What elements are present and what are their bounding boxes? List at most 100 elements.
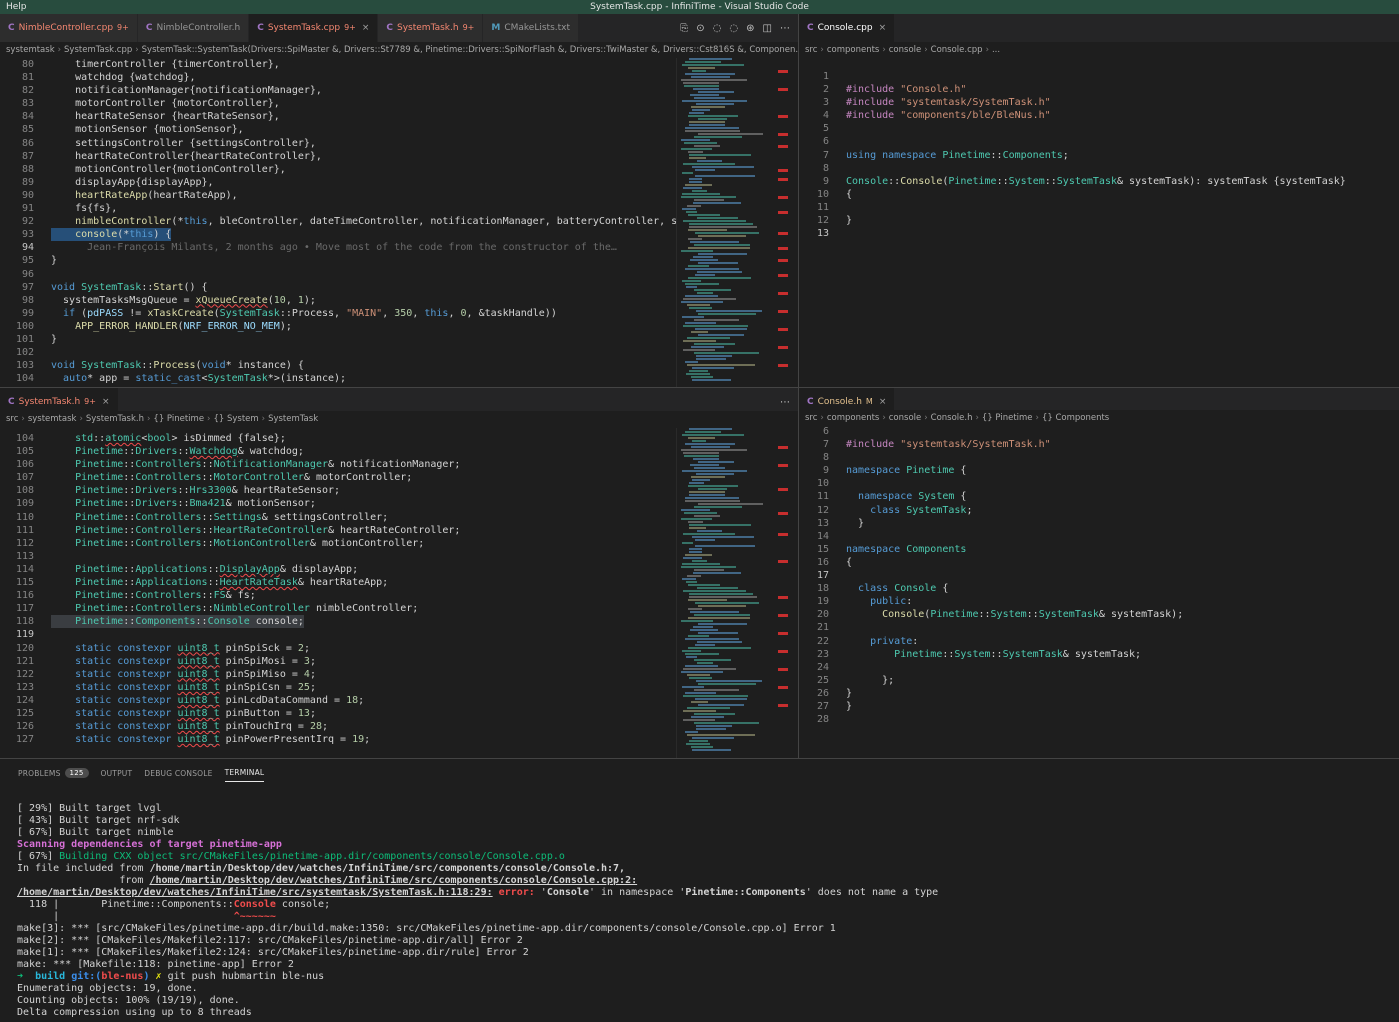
breadcrumb-item[interactable]: systemtask	[6, 45, 55, 55]
tab-systemtask-h[interactable]: C SystemTask.h 9+	[378, 14, 484, 42]
next-change-icon[interactable]: ◌	[729, 23, 738, 34]
code-text: }	[846, 687, 853, 699]
minimap-line	[692, 479, 710, 481]
breadcrumb-item[interactable]: Console.cpp	[931, 45, 983, 55]
minimap-line	[688, 599, 727, 601]
tab-nimblecontroller-h[interactable]: C NimbleController.h	[137, 14, 250, 42]
panel-tab-problems[interactable]: PROBLEMS 125	[18, 768, 89, 782]
minimap-line	[698, 253, 747, 255]
code-line: 85 motionSensor {motionSensor},	[0, 123, 676, 136]
breadcrumb-item[interactable]: {} Components	[1042, 413, 1109, 423]
breadcrumb-item[interactable]: console	[889, 413, 921, 423]
minimap-line	[689, 58, 732, 60]
line-number: 8	[822, 162, 829, 174]
split-editor-icon[interactable]: ◫	[763, 23, 772, 34]
editor-split-horizontal[interactable]	[0, 387, 1399, 388]
minimap-line	[682, 563, 720, 565]
git-compare-icon[interactable]: ⊙	[696, 23, 704, 34]
terminal-output[interactable]: [ 29%] Built target lvgl[ 43%] Built tar…	[17, 803, 938, 1019]
code-line: 9 namespace Pinetime {	[799, 464, 1399, 477]
code-line: 15 namespace Components	[799, 543, 1399, 556]
code-line: 87 heartRateController{heartRateControll…	[0, 150, 676, 163]
tab-cmakelists-txt[interactable]: M CMakeLists.txt	[483, 14, 580, 42]
previous-change-icon[interactable]: ◌	[713, 23, 722, 34]
code-line: 95}	[0, 254, 676, 267]
breadcrumb-item[interactable]: components	[827, 413, 880, 423]
code-line: 93 console(*this) {	[0, 228, 676, 242]
minimap-line	[683, 668, 736, 670]
line-number: 1	[822, 71, 829, 82]
breadcrumb-item[interactable]: src	[6, 414, 18, 424]
more-actions-icon[interactable]: ⋯	[780, 23, 790, 34]
minimap-line	[698, 91, 734, 93]
panel-tab-terminal[interactable]: TERMINAL	[224, 768, 265, 782]
minimap-line	[689, 307, 712, 309]
code-editor[interactable]: 6 7 #include "systemtask/SystemTask.h" 8 9 na…	[799, 425, 1399, 758]
breadcrumb-item[interactable]: components	[827, 45, 880, 55]
minimap-line	[695, 175, 755, 177]
minimap-line	[685, 731, 698, 733]
breadcrumb-item[interactable]: src	[805, 413, 817, 423]
tab-systemtask-cpp[interactable]: C SystemTask.cpp 9+ ×	[249, 14, 379, 42]
breadcrumb-item[interactable]: systemtask	[28, 414, 77, 424]
minimap-line	[683, 298, 736, 300]
minimap-line	[681, 79, 747, 81]
minimap-line	[694, 467, 725, 469]
code-editor[interactable]: 104 std::atomic<bool> isDimmed {false}; 1…	[0, 432, 676, 758]
code-text: APP_ERROR_HANDLER(NRF_ERROR_NO_MEM);	[75, 320, 292, 332]
code-editor[interactable]: 80 timerController {timerController}, 81 …	[0, 58, 676, 387]
open-changes-icon[interactable]: ⎘	[680, 23, 688, 34]
panel-tab-debug-console[interactable]: DEBUG CONSOLE	[144, 769, 212, 782]
line-number: 14	[816, 530, 829, 542]
breadcrumb-item[interactable]: SystemTask::SystemTask(Drivers::SpiMaste…	[142, 45, 798, 55]
minimap-line	[688, 247, 750, 249]
minimap-line	[682, 316, 704, 318]
tab-nimblecontroller-cpp[interactable]: C NimbleController.cpp 9+	[0, 14, 138, 42]
minimap-line	[685, 184, 712, 186]
breadcrumb-item[interactable]: Console.h	[931, 413, 973, 423]
breadcrumb-item[interactable]: console	[889, 45, 921, 55]
tab-console-cpp[interactable]: C Console.cpp ×	[799, 14, 896, 42]
minimap-line	[695, 328, 747, 330]
c-file-icon: C	[257, 23, 264, 33]
toggle-blame-icon[interactable]: ⊛	[746, 23, 754, 34]
editor-split-vertical[interactable]	[798, 14, 799, 758]
chevron-right-icon: ›	[882, 45, 886, 55]
breadcrumb-item[interactable]: SystemTask.cpp	[64, 45, 132, 55]
terminal-line: In file included from /home/martin/Deskt…	[17, 863, 626, 874]
breadcrumb-item[interactable]: SystemTask.h	[86, 414, 144, 424]
code-text: static constexpr uint8_t pinButton = 13;	[75, 707, 316, 719]
code-line: 123 static constexpr uint8_t pinSpiCsn =…	[0, 681, 676, 694]
code-editor[interactable]: 1 2 #include "Console.h" 3 #include "systemt…	[799, 70, 1399, 387]
minimap[interactable]	[676, 428, 788, 758]
code-text: motionSensor {motionSensor},	[51, 124, 244, 136]
error-marker	[778, 115, 788, 118]
minimap-line	[688, 67, 715, 69]
breadcrumb-item[interactable]: {} Pinetime	[153, 414, 204, 424]
error-marker	[778, 560, 788, 563]
breadcrumb-item[interactable]: SystemTask	[268, 414, 318, 424]
code-text: Pinetime::Applications::DisplayApp& disp…	[75, 563, 359, 575]
error-marker	[778, 310, 788, 313]
close-icon[interactable]: ×	[362, 14, 370, 42]
minimap-line	[681, 148, 712, 150]
breadcrumb-item[interactable]: {} Pinetime	[982, 413, 1033, 423]
minimap-line	[698, 704, 744, 706]
minimap[interactable]	[676, 58, 788, 387]
line-number: 10	[816, 478, 829, 490]
minimap-line	[683, 340, 716, 342]
error-marker	[778, 346, 788, 349]
code-text: Pinetime::Controllers::FS& fs;	[75, 590, 256, 602]
breadcrumb-item[interactable]: src	[805, 45, 817, 55]
editor-group-systemtask-h: C SystemTask.h 9+ × ⋯ src › systemtask › System…	[0, 388, 798, 758]
close-icon[interactable]: ×	[879, 14, 887, 42]
code-line: 126 static constexpr uint8_t pinTouchIrq…	[0, 720, 676, 733]
panel-tab-output[interactable]: OUTPUT	[101, 769, 133, 782]
minimap-line	[685, 497, 739, 499]
breadcrumb-item[interactable]: ...	[992, 45, 1000, 55]
line-number: 11	[816, 201, 829, 213]
breadcrumb-item[interactable]: {} System	[213, 414, 258, 424]
line-number: 7	[822, 149, 829, 161]
line-number: 82	[21, 85, 34, 97]
more-actions-icon[interactable]: ⋯	[780, 397, 790, 408]
